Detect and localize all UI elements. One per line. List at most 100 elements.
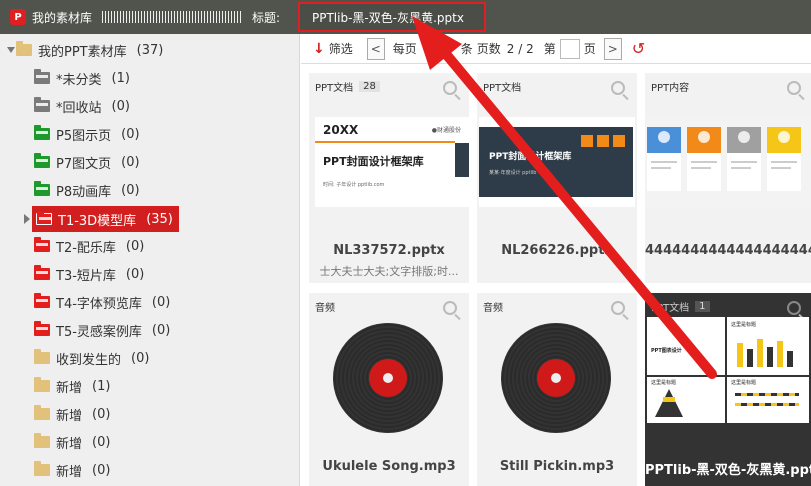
card-thumbnail: PPT封面设计框架库 某某·年度设计 pptlib: [479, 117, 635, 207]
goto-prefix: 第: [543, 42, 556, 56]
sidebar-item-t3[interactable]: T3-短片库 (0): [34, 262, 144, 286]
thumb-column: [647, 127, 681, 191]
thumb-slide: 这里是标题: [647, 377, 725, 423]
zoom-icon[interactable]: [611, 301, 625, 315]
root-collapse-icon[interactable]: [7, 47, 15, 53]
thumb-logo: ●财通股份: [431, 127, 461, 134]
asset-card[interactable]: PPT内容 4444444444444444444...: [645, 73, 811, 283]
sidebar-item-root[interactable]: 我的PPT素材库 (37): [16, 38, 163, 62]
zoom-icon[interactable]: [787, 301, 801, 315]
sidebar-item-t4[interactable]: T4-字体预览库 (0): [34, 290, 170, 314]
sidebar-item-count: (0): [121, 182, 140, 198]
next-page-button[interactable]: >: [603, 37, 622, 60]
card-thumbnail: [645, 117, 811, 207]
card-type-tag: 音频: [483, 299, 503, 314]
pages-label: 页数: [476, 42, 501, 56]
refresh-history-icon[interactable]: ↺: [632, 39, 645, 58]
title-field[interactable]: PPTlib-黑-双色-灰黑黄.pptx: [298, 2, 486, 32]
asset-card[interactable]: PPT文档 28 20XX ●财通股份 PPT封面设计框架库 时间: 子年设计 …: [309, 73, 469, 283]
folder-icon: [34, 125, 50, 140]
card-thumbnail: 20XX ●财通股份 PPT封面设计框架库 时间: 子年设计 pptlib.co…: [315, 117, 469, 207]
folder-icon: [34, 293, 50, 308]
zoom-icon[interactable]: [787, 81, 801, 95]
thumb-footer: 时间: 子年设计 pptlib.com: [323, 182, 385, 188]
sidebar-item-p8[interactable]: P8动画库 (0): [34, 178, 140, 202]
goto-suffix: 页: [583, 42, 596, 56]
thumb-title: PPT封面设计框架库: [489, 152, 572, 162]
sidebar-item-count: (0): [92, 462, 111, 478]
thumb-dark-band: [479, 127, 633, 197]
zoom-icon[interactable]: [443, 301, 457, 315]
asset-card[interactable]: 音频 Still Pickin.mp3: [477, 293, 637, 486]
card-type-label: PPT内容: [651, 83, 690, 94]
card-type-label: PPT文档: [483, 83, 522, 94]
app-title: 我的素材库: [32, 10, 93, 25]
sidebar-item-count: (0): [125, 266, 145, 282]
sidebar-item-p7[interactable]: P7图文页 (0): [34, 150, 140, 174]
items-label: 条: [460, 42, 473, 56]
folder-icon: [34, 153, 50, 168]
barcode-decoration: [102, 11, 243, 23]
thumb-slide-title: 这里是标题: [731, 322, 757, 328]
sidebar-item-label: 新增: [56, 436, 83, 452]
sidebar-item-count: (35): [146, 211, 173, 227]
sidebar-item-t1[interactable]: T1-3D模型库 (35): [32, 206, 179, 232]
prev-page-button[interactable]: <: [366, 37, 385, 60]
zoom-icon[interactable]: [611, 81, 625, 95]
sidebar-item-count: (0): [121, 126, 140, 142]
sidebar-item-count: (0): [92, 434, 111, 450]
card-filename: NL266226.pptx: [501, 243, 613, 258]
sidebar-item-custom[interactable]: 收到发生的 (0): [34, 346, 149, 370]
sidebar-item-count: (37): [136, 42, 164, 58]
thumb-slide: 这里是标题: [727, 317, 809, 375]
sidebar-item-t2[interactable]: T2-配乐库 (0): [34, 234, 144, 258]
sidebar-item-count: (0): [111, 98, 130, 114]
card-type-label: 音频: [483, 303, 503, 314]
sidebar-item-label: *回收站: [56, 100, 102, 116]
filter-button[interactable]: 筛选: [329, 40, 353, 57]
folder-icon: [34, 405, 50, 420]
sidebar-item-label: P7图文页: [56, 156, 112, 172]
sidebar-item-new-2[interactable]: 新增 (0): [34, 402, 110, 426]
sidebar-item-label: P5图示页: [56, 128, 112, 144]
sidebar-item-t5[interactable]: T5-灵感案例库 (0): [34, 318, 170, 342]
expand-arrow-icon[interactable]: [24, 214, 30, 224]
card-tags: 士大夫士大夫;文字排版;时...: [319, 265, 459, 278]
thumb-band-accent: [455, 143, 469, 177]
filter-arrow-icon[interactable]: ↓: [313, 41, 325, 57]
card-count-badge: 1: [695, 301, 710, 312]
sidebar-item-count: (0): [151, 294, 171, 310]
asset-card[interactable]: PPT文档 PPT封面设计框架库 某某·年度设计 pptlib NL266226…: [477, 73, 637, 283]
sidebar-item-new-4[interactable]: 新增 (0): [34, 458, 110, 482]
vinyl-record-icon: [333, 323, 443, 433]
goto-page-input[interactable]: [559, 38, 580, 59]
folder-icon: [34, 97, 50, 112]
sidebar-item-label: 新增: [56, 408, 83, 424]
zoom-icon[interactable]: [443, 81, 457, 95]
thumb-slide: 这里是标题: [727, 377, 809, 423]
sidebar-item-recycle-bin[interactable]: *回收站 (0): [34, 94, 130, 118]
folder-icon: [16, 41, 32, 56]
sidebar-item-p5[interactable]: P5图示页 (0): [34, 122, 140, 146]
folder-icon: [34, 265, 50, 280]
asset-card[interactable]: 音频 Ukulele Song.mp3: [309, 293, 469, 486]
sidebar-item-new-1[interactable]: 新增 (1): [34, 374, 110, 398]
toolbar: ↓ 筛选 < 每页 条 页数 2 / 2 第 页 > ↺: [301, 34, 811, 64]
sidebar-item-uncategorized[interactable]: *未分类 (1): [34, 66, 130, 90]
thumb-hex: [597, 135, 609, 147]
card-type-label: PPT文档: [315, 83, 354, 94]
sidebar-item-new-3[interactable]: 新增 (0): [34, 430, 110, 454]
thumb-meta: 某某·年度设计 pptlib: [489, 170, 537, 176]
thumb-hex: [581, 135, 593, 147]
thumb-header: 20XX: [323, 123, 359, 137]
asset-grid: PPT文档 28 20XX ●财通股份 PPT封面设计框架库 时间: 子年设计 …: [301, 65, 811, 486]
asset-card-selected[interactable]: PPT文档 1 PPT图表设计 这里是标题 这里是标题 这里是标题 PPTlib…: [645, 293, 811, 486]
sidebar-item-label: *未分类: [56, 72, 102, 88]
sidebar-item-label: 收到发生的: [56, 352, 122, 368]
folder-icon: [34, 69, 50, 84]
pages-value: 2 / 2: [506, 41, 534, 56]
sidebar-item-count: (0): [131, 350, 150, 366]
thumb-column: [767, 127, 801, 191]
sidebar-item-count: (0): [92, 406, 111, 422]
folder-icon: [34, 461, 50, 476]
